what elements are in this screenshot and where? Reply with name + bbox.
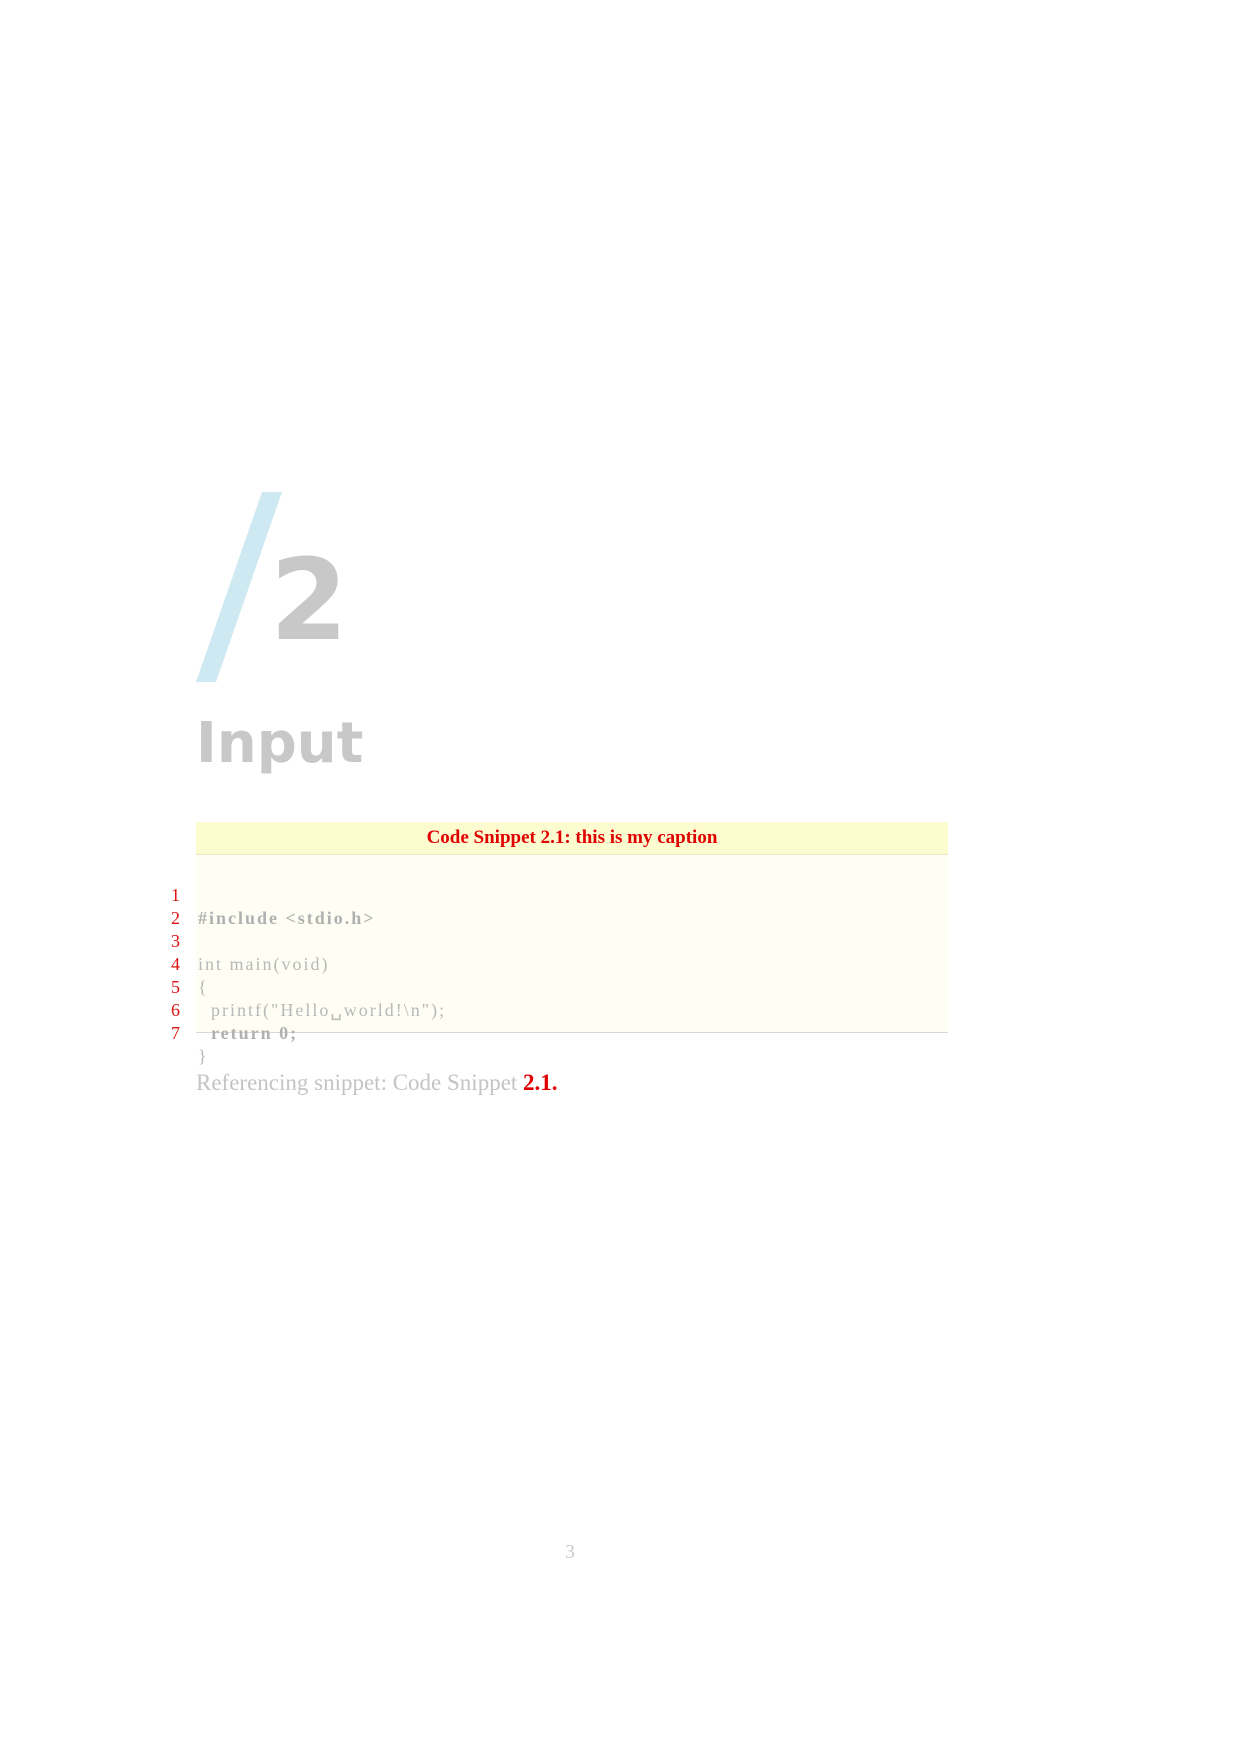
code-line: 2 xyxy=(171,884,948,928)
code-line: 3 int main(void) xyxy=(171,907,948,974)
code-line: 6 return 0; xyxy=(171,976,948,1043)
line-number: 1 xyxy=(171,885,180,905)
code-text: } xyxy=(198,1046,209,1066)
line-number: 5 xyxy=(171,977,180,997)
line-number: 6 xyxy=(171,1000,180,1020)
line-number: 7 xyxy=(171,1023,180,1043)
code-line: 4 { xyxy=(171,930,948,997)
reference-text: Referencing snippet: Code Snippet xyxy=(196,1070,524,1095)
chapter-title: Input xyxy=(196,711,364,776)
page-number: 3 xyxy=(565,1541,575,1563)
line-number: 2 xyxy=(171,908,180,928)
code-line: 5 printf("Hello␣world!\n"); xyxy=(171,953,948,1020)
chapter-number: 2 xyxy=(270,536,348,666)
reference-paragraph: Referencing snippet: Code Snippet 2.1. xyxy=(196,1070,558,1096)
code-line: 1 #include <stdio.h> xyxy=(171,861,948,928)
line-number: 3 xyxy=(171,931,180,951)
snippet-reference-link[interactable]: 2.1. xyxy=(523,1070,558,1095)
snippet-caption: Code Snippet 2.1: this is my caption xyxy=(196,822,948,855)
line-number: 4 xyxy=(171,954,180,974)
code-snippet: Code Snippet 2.1: this is my caption 1 #… xyxy=(171,822,948,1066)
code-line: 7 } xyxy=(171,999,948,1066)
snippet-code-block: 1 #include <stdio.h> 2 3 int main(void) … xyxy=(171,855,948,1066)
